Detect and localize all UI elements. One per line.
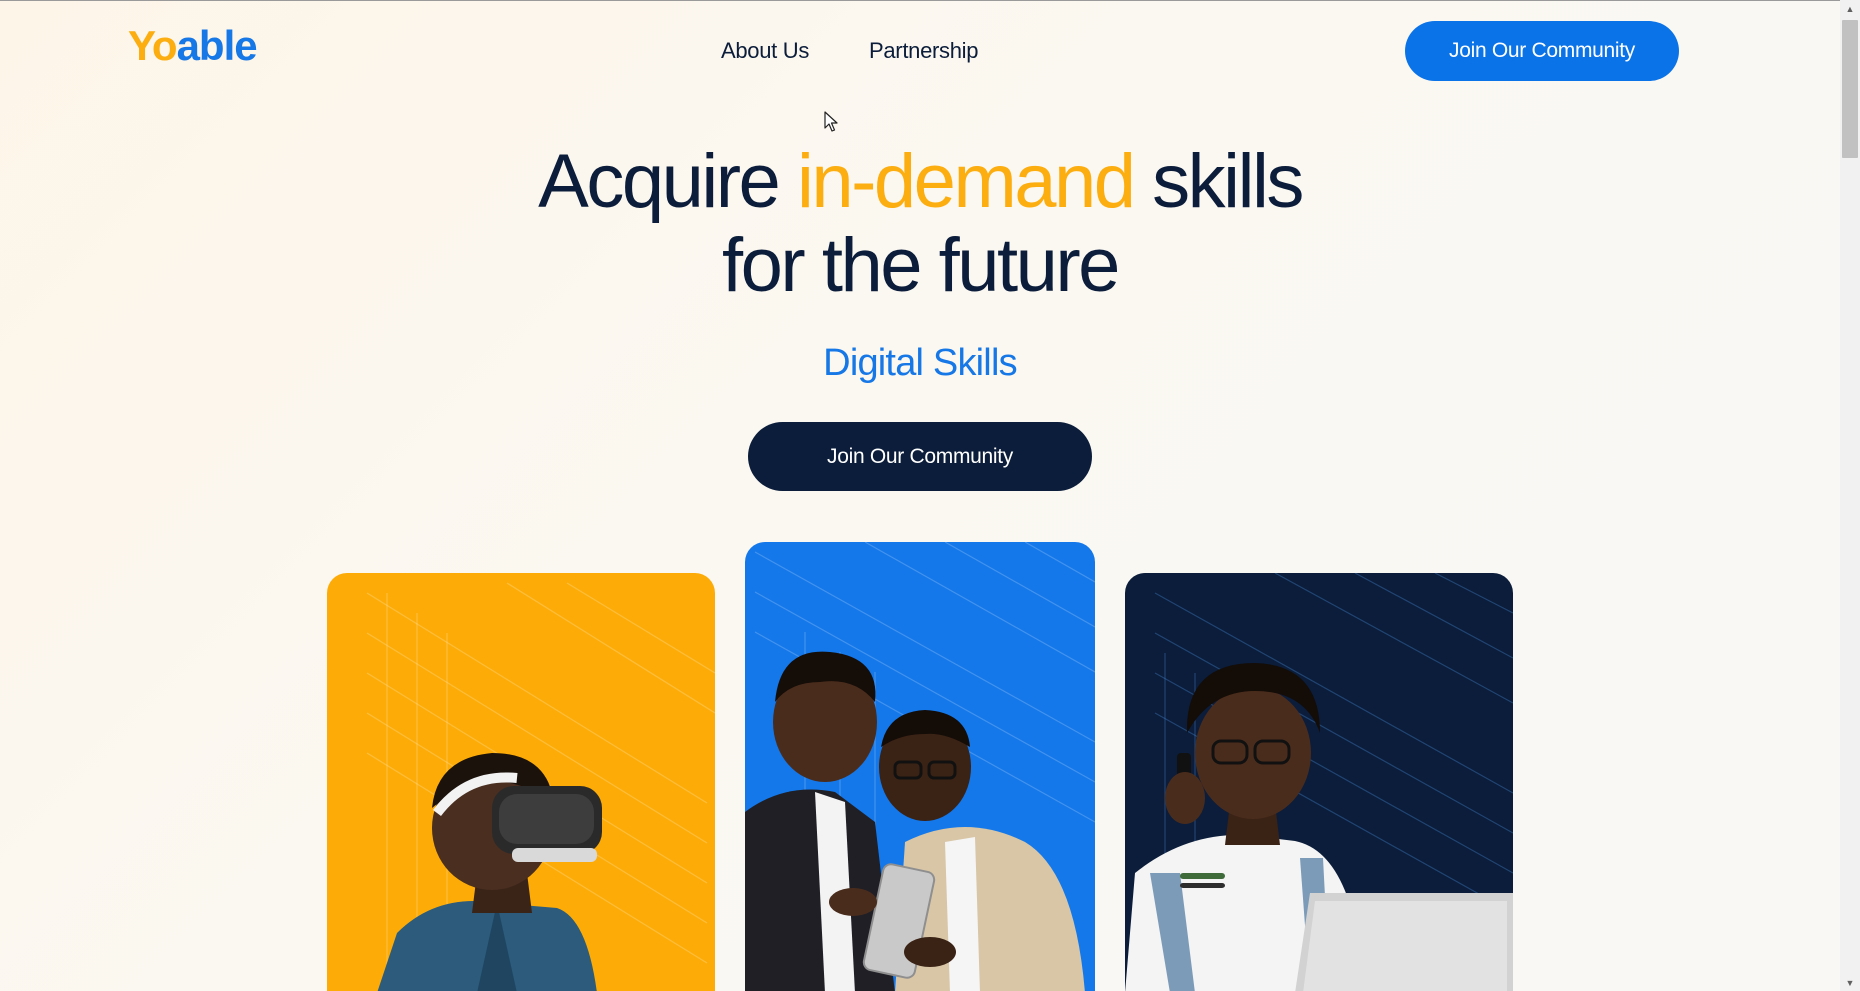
hero-title: Acquire in-demand skills for the future: [0, 140, 1840, 308]
feature-card-collaboration: [745, 542, 1095, 991]
woman-phone-laptop-image: [1125, 573, 1513, 991]
feature-card-vr: [327, 573, 715, 991]
mouse-cursor-icon: [824, 111, 838, 132]
logo[interactable]: Yoable: [128, 22, 258, 70]
nav-partnership[interactable]: Partnership: [869, 38, 979, 64]
feature-card-communication: [1125, 573, 1513, 991]
hero-title-start: Acquire: [538, 139, 797, 224]
scroll-down-arrow-icon[interactable]: ▼: [1840, 974, 1860, 991]
vertical-scrollbar[interactable]: ▲ ▼: [1840, 0, 1860, 991]
page: Yoable About Us Partnership Join Our Com…: [0, 0, 1840, 991]
hero-subtitle: Digital Skills: [823, 342, 1017, 384]
two-men-tablet-image: [745, 542, 1095, 991]
hero-title-end: skills: [1133, 139, 1304, 224]
scroll-up-arrow-icon[interactable]: ▲: [1840, 0, 1860, 17]
logo-part-able: able: [176, 22, 258, 69]
scroll-thumb[interactable]: [1842, 20, 1858, 158]
hero-title-accent: in-demand: [796, 139, 1136, 224]
join-community-header-button[interactable]: Join Our Community: [1405, 21, 1679, 81]
logo-part-yo: Yo: [128, 22, 178, 69]
hero-title-line2: for the future: [722, 223, 1120, 308]
join-community-hero-button[interactable]: Join Our Community: [748, 422, 1092, 491]
nav-about-us[interactable]: About Us: [721, 38, 809, 64]
vr-person-image: [366, 582, 715, 991]
